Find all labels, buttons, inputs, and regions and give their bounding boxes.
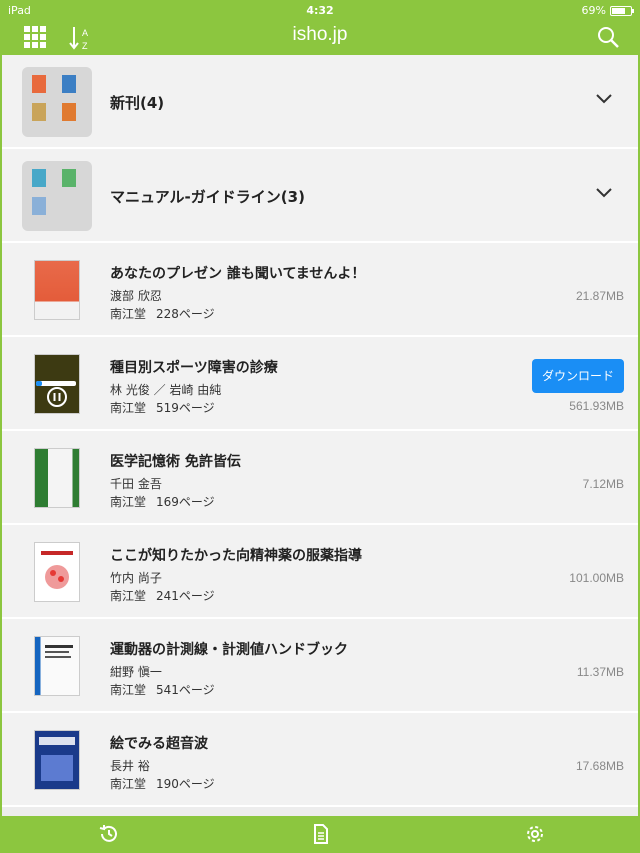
file-size: 11.37MB (576, 665, 624, 679)
chevron-down-icon[interactable] (596, 93, 612, 105)
book-row[interactable]: 種目別スポーツ障害の診療 林 光俊 ／ 岩崎 由純 南江堂 519ページ ダウンロ… (2, 337, 638, 431)
book-cover-image (35, 731, 79, 789)
book-pages: 169ページ (156, 495, 215, 509)
book-title: 種目別スポーツ障害の診療 (110, 360, 278, 376)
file-size: 101.00MB (569, 571, 624, 585)
book-pages: 519ページ (156, 401, 215, 415)
battery-icon (610, 6, 634, 16)
book-publisher: 南江堂 (110, 495, 147, 509)
cover-art-icon (41, 551, 73, 589)
top-bar: iPad 4:32 69% A Z isho.jp (2, 2, 638, 55)
document-icon[interactable] (310, 823, 332, 845)
book-author: 紺野 愼一 (110, 665, 162, 679)
book-title: ここが知りたかった向精神薬の服薬指導 (110, 548, 362, 564)
book-cover-image (35, 637, 79, 695)
book-publisher: 南江堂 (110, 683, 147, 697)
gear-icon[interactable] (524, 823, 546, 845)
book-publisher: 南江堂 (110, 401, 147, 415)
book-publisher-line: 南江堂 228ページ (110, 305, 215, 322)
download-progress-overlay[interactable] (35, 355, 79, 413)
book-title: あなたのプレゼン 誰も聞いてませんよ！ (110, 266, 366, 282)
app-frame: iPad 4:32 69% A Z isho.jp 新刊(4) マニュアル-ガイ… (0, 0, 640, 853)
history-icon[interactable] (98, 823, 120, 845)
search-icon[interactable] (596, 25, 620, 49)
book-publisher: 南江堂 (110, 589, 147, 603)
book-cover-image (35, 543, 79, 601)
book-author: 竹内 尚子 (110, 571, 162, 585)
book-publisher: 南江堂 (110, 777, 147, 791)
book-row[interactable]: 運動器の計測線・計測値ハンドブック 紺野 愼一 南江堂 541ページ 11.37M… (2, 619, 638, 713)
book-row[interactable]: 絵でみる超音波 長井 裕 南江堂 190ページ 17.68MB (2, 713, 638, 807)
book-publisher: 南江堂 (110, 307, 147, 321)
category-title: マニュアル-ガイドライン(3) (110, 188, 305, 206)
book-author: 林 光俊 ／ 岩崎 由純 (110, 383, 222, 397)
file-size: 17.68MB (575, 759, 624, 773)
book-row[interactable]: ここが知りたかった向精神薬の服薬指導 竹内 尚子 南江堂 241ページ 101.0… (2, 525, 638, 619)
file-size: 7.12MB (582, 477, 624, 491)
cover-art-icon (45, 645, 73, 658)
battery-percent: 69% (581, 4, 606, 17)
book-list: 新刊(4) マニュアル-ガイドライン(3) あなたのプレゼン 誰も聞いてませんよ… (2, 55, 638, 807)
book-publisher-line: 南江堂 241ページ (110, 587, 215, 604)
app-title: isho.jp (292, 24, 348, 45)
book-publisher-line: 南江堂 190ページ (110, 775, 215, 792)
book-pages: 241ページ (156, 589, 215, 603)
book-title: 医学記憶術 免許皆伝 (110, 454, 241, 470)
category-thumbnail (22, 67, 92, 137)
category-thumbnail (22, 161, 92, 231)
category-row-manual[interactable]: マニュアル-ガイドライン(3) (2, 149, 638, 243)
file-size: 561.93MB (569, 399, 624, 413)
file-size: 21.87MB (575, 289, 624, 303)
bottom-tab-bar (2, 816, 638, 851)
book-pages: 190ページ (156, 777, 215, 791)
book-row[interactable]: 医学記憶術 免許皆伝 千田 金吾 南江堂 169ページ 7.12MB (2, 431, 638, 525)
book-author: 長井 裕 (110, 759, 150, 773)
book-title: 絵でみる超音波 (110, 736, 208, 752)
book-title: 運動器の計測線・計測値ハンドブック (110, 642, 348, 658)
book-cover-image (35, 261, 79, 319)
book-publisher-line: 南江堂 541ページ (110, 681, 215, 698)
book-publisher-line: 南江堂 519ページ (110, 399, 215, 416)
status-bar: iPad 4:32 69% (2, 2, 638, 20)
book-pages: 228ページ (156, 307, 215, 321)
category-title: 新刊(4) (110, 94, 165, 112)
download-button[interactable]: ダウンロード (532, 359, 624, 393)
book-cover-image (35, 449, 79, 507)
chevron-down-icon[interactable] (596, 187, 612, 199)
book-pages: 541ページ (156, 683, 215, 697)
battery-status: 69% (581, 2, 634, 20)
nav-bar: A Z isho.jp (2, 20, 638, 55)
cover-art-icon (39, 737, 75, 781)
book-author: 渡部 欣忍 (110, 289, 162, 303)
book-author: 千田 金吾 (110, 477, 162, 491)
status-time: 4:32 (306, 4, 334, 17)
book-publisher-line: 南江堂 169ページ (110, 493, 215, 510)
book-row[interactable]: あなたのプレゼン 誰も聞いてませんよ！ 渡部 欣忍 南江堂 228ページ 21.8… (2, 243, 638, 337)
category-row-new[interactable]: 新刊(4) (2, 55, 638, 149)
